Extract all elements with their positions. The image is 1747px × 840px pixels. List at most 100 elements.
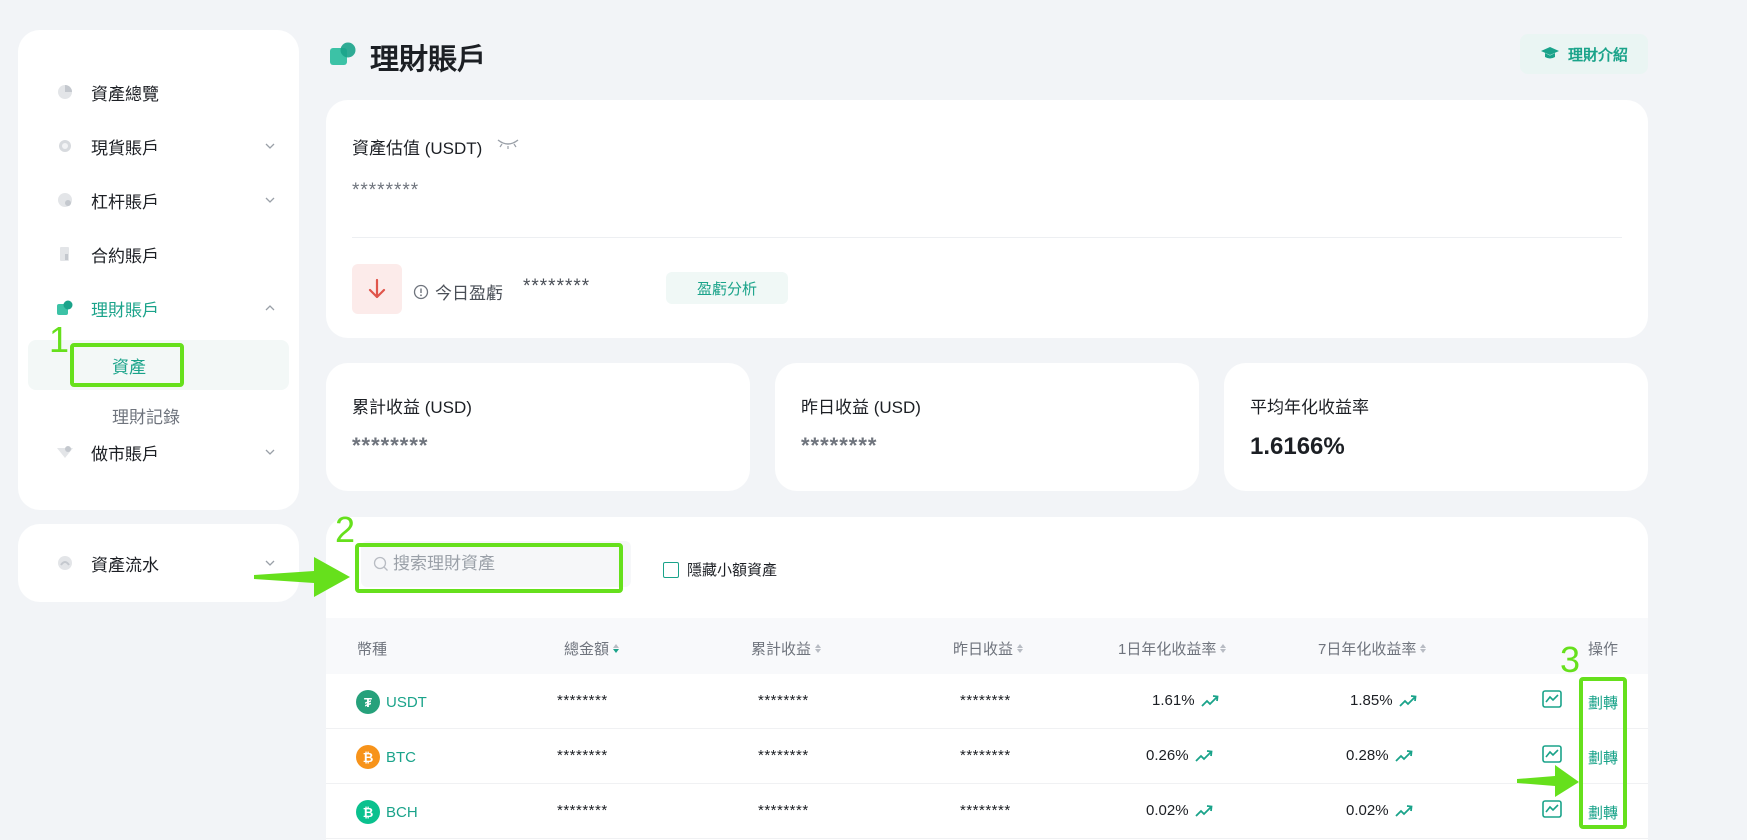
column-header-apy1[interactable]: 1日年化收益率 <box>1118 638 1227 659</box>
sort-icon <box>1220 644 1227 653</box>
cell-cumulative: ******** <box>758 747 809 764</box>
chevron-down-icon <box>265 197 275 203</box>
sort-icon <box>1420 644 1427 653</box>
chart-icon[interactable] <box>1542 690 1562 708</box>
sidebar-item-label: 合約賬戶 <box>91 246 159 266</box>
cell-yesterday: ******** <box>960 802 1011 819</box>
annotation-number-2: 2 <box>335 509 356 550</box>
today-pnl-text: 今日盈虧 <box>435 284 503 303</box>
cell-total: ******** <box>557 692 608 709</box>
chart-icon[interactable] <box>1542 745 1562 763</box>
trend-up-icon[interactable] <box>1200 694 1219 708</box>
stat-label: 累計收益 (USD) <box>352 398 472 417</box>
column-header-cumulative[interactable]: 累計收益 <box>751 638 822 659</box>
sidebar-subitem-label: 資產 <box>112 357 146 377</box>
transfer-button[interactable]: 劃轉 <box>1588 692 1618 713</box>
chevron-down-icon <box>265 449 275 455</box>
pnl-direction-badge <box>352 264 402 314</box>
futures-icon <box>56 245 74 263</box>
hide-small-checkbox[interactable] <box>663 561 679 578</box>
sidebar-item-market-maker[interactable]: 做市賬戶 <box>18 432 299 472</box>
earn-intro-button[interactable]: 理財介紹 <box>1520 34 1648 74</box>
coin-link[interactable]: ₮ USDT <box>356 690 427 714</box>
bch-icon: ₿ <box>356 800 380 824</box>
cell-apy1: 1.61% <box>1152 692 1219 709</box>
column-header-coin: 幣種 <box>357 641 388 658</box>
column-header-total[interactable]: 總金額 <box>564 638 620 659</box>
chart-icon[interactable] <box>1542 800 1562 818</box>
sidebar-item-label: 理財賬戶 <box>91 300 159 320</box>
coin-link[interactable]: ₿ BTC <box>356 745 416 769</box>
sidebar-item-margin[interactable]: 杠杆賬戶 <box>18 180 299 220</box>
today-pnl-value: ******** <box>523 276 591 297</box>
stat-card-yesterday: 昨日收益 (USD) ******** <box>775 363 1199 491</box>
stat-card-cumulative: 累計收益 (USD) ******** <box>326 363 750 491</box>
cell-total: ******** <box>557 747 608 764</box>
usdt-icon: ₮ <box>356 690 380 714</box>
stat-value: ******** <box>801 433 878 458</box>
earn-title-icon <box>330 42 356 65</box>
annotation-arrow-right-icon <box>254 557 350 597</box>
transfer-button[interactable]: 劃轉 <box>1588 802 1618 823</box>
trend-up-icon[interactable] <box>1398 694 1417 708</box>
column-header-yesterday[interactable]: 昨日收益 <box>953 638 1024 659</box>
search-input[interactable] <box>393 541 623 587</box>
column-header-apy7[interactable]: 7日年化收益率 <box>1318 638 1427 659</box>
sidebar-item-overview[interactable]: 資產總覽 <box>18 72 299 112</box>
annotation-number-1: 1 <box>49 319 70 360</box>
chevron-down-icon <box>265 143 275 149</box>
market-maker-icon <box>56 443 74 461</box>
cell-apy7: 0.02% <box>1346 802 1413 819</box>
arrow-down-icon <box>368 278 386 299</box>
chevron-up-icon <box>265 305 275 311</box>
table-header: 幣種 總金額 累計收益 昨日收益 1日年化收益率 7日年化收益率 操作 <box>326 618 1648 674</box>
sidebar-item-label: 現貨賬戶 <box>91 138 159 158</box>
stat-value: 1.6166% <box>1250 433 1345 460</box>
cell-apy7: 1.85% <box>1350 692 1417 709</box>
stat-label: 平均年化收益率 <box>1250 398 1369 417</box>
table-row: ₮ USDT ******** ******** ******** 1.61% … <box>326 674 1648 729</box>
btc-icon: ₿ <box>356 745 380 769</box>
cell-apy7: 0.28% <box>1346 747 1413 764</box>
cell-yesterday: ******** <box>960 692 1011 709</box>
cell-apy1: 0.02% <box>1146 802 1213 819</box>
sidebar: 資產總覽 現貨賬戶 杠杆賬戶 合約賬戶 理財賬戶 資產 理財記錄 做市賬戶 <box>18 30 299 510</box>
transfer-button[interactable]: 劃轉 <box>1588 747 1618 768</box>
search-box[interactable] <box>361 541 631 587</box>
table-row: ₿ BTC ******** ******** ******** 0.26% 0… <box>326 729 1648 784</box>
sidebar-subitem-label: 理財記錄 <box>112 407 180 427</box>
sidebar-item-futures[interactable]: 合約賬戶 <box>18 234 299 274</box>
sort-icon <box>815 644 822 653</box>
cell-yesterday: ******** <box>960 747 1011 764</box>
spot-icon <box>56 137 74 155</box>
sidebar-item-spot[interactable]: 現貨賬戶 <box>18 126 299 166</box>
cell-cumulative: ******** <box>758 692 809 709</box>
sidebar-item-label: 杠杆賬戶 <box>91 192 159 212</box>
trend-up-icon[interactable] <box>1194 749 1213 763</box>
hide-small-assets-toggle[interactable]: 隱藏小額資產 <box>663 559 777 580</box>
cell-total: ******** <box>557 802 608 819</box>
cell-apy1: 0.26% <box>1146 747 1213 764</box>
sort-icon <box>1017 644 1024 653</box>
earn-intro-label: 理財介紹 <box>1567 46 1628 64</box>
sidebar-item-label: 資產總覽 <box>91 84 159 104</box>
trend-up-icon[interactable] <box>1194 804 1213 818</box>
annotation-number-3: 3 <box>1560 639 1581 680</box>
sidebar-item-label: 做市賬戶 <box>91 444 159 464</box>
trend-up-icon[interactable] <box>1394 804 1413 818</box>
trend-up-icon[interactable] <box>1394 749 1413 763</box>
stat-card-avg-apy: 平均年化收益率 1.6166% <box>1224 363 1648 491</box>
today-pnl-label: 今日盈虧 <box>413 279 503 304</box>
page-title: 理財賬戶 <box>370 44 487 76</box>
info-icon[interactable] <box>413 284 429 300</box>
coin-link[interactable]: ₿ BCH <box>356 800 418 824</box>
stat-label: 昨日收益 (USD) <box>801 398 921 417</box>
pie-chart-icon <box>56 83 74 101</box>
pnl-analysis-button[interactable]: 盈虧分析 <box>666 272 788 304</box>
valuation-title: 資產估值 (USDT) <box>352 139 483 158</box>
eye-closed-icon[interactable] <box>496 136 520 150</box>
valuation-card: 資產估值 (USDT) ******** 今日盈虧 ******** 盈虧分析 <box>326 100 1648 338</box>
table-row: ₿ BCH ******** ******** ******** 0.02% 0… <box>326 784 1648 839</box>
flow-icon <box>56 554 74 572</box>
cell-cumulative: ******** <box>758 802 809 819</box>
